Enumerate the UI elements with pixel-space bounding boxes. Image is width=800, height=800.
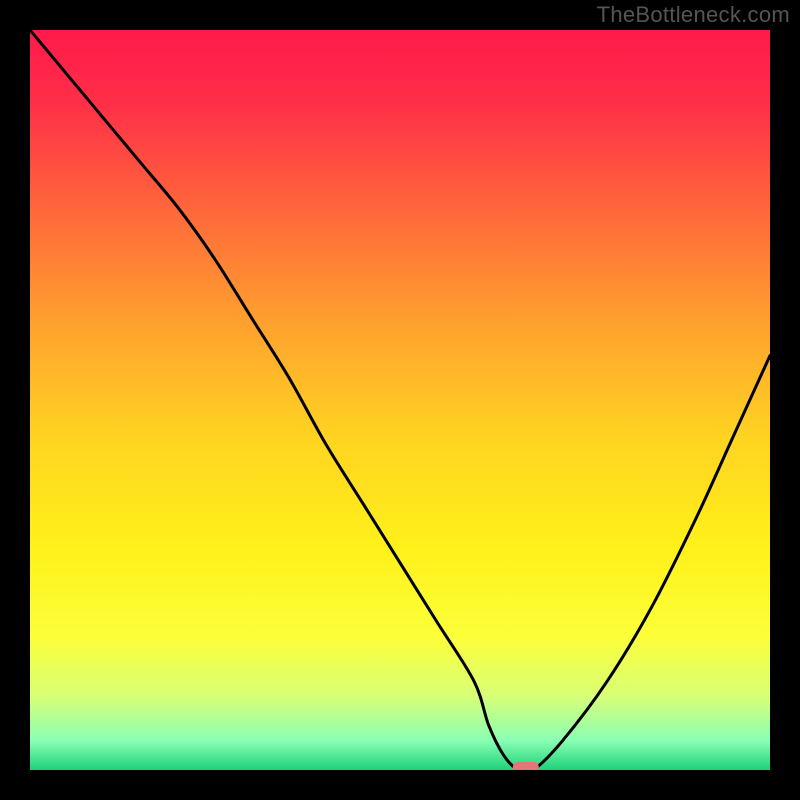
gradient-background [30,30,770,770]
chart-svg [30,30,770,770]
chart-stage: TheBottleneck.com [0,0,800,800]
optimal-marker [513,762,539,770]
watermark-text: TheBottleneck.com [597,2,790,28]
plot-area [30,30,770,770]
